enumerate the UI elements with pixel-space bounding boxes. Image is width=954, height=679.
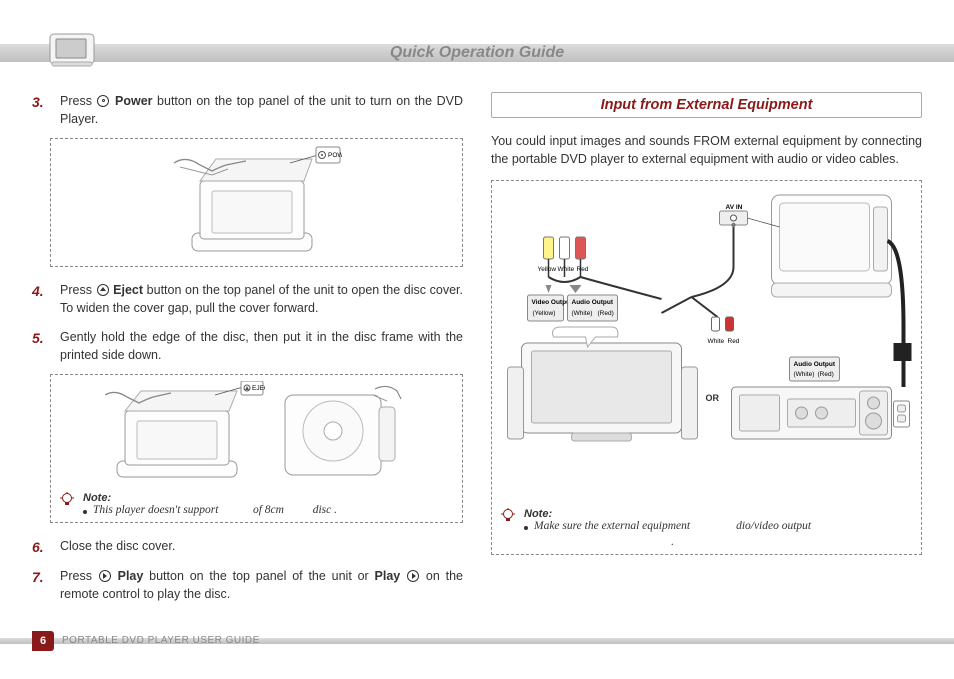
note-label: Note: (83, 492, 454, 504)
step-5: 5. Gently hold the edge of the disc, the… (32, 328, 463, 364)
step-text: Press Play button on the top panel of th… (60, 567, 463, 603)
section-title: Input from External Equipment (491, 92, 922, 118)
right-column: Input from External Equipment You could … (491, 92, 922, 619)
figure-power: POWER (50, 138, 463, 267)
player-power-sketch: POWER (172, 145, 342, 260)
step-3: 3. Press Power button on the top panel o… (32, 92, 463, 128)
figure-connections: AV IN White Red (491, 180, 922, 555)
play-icon (99, 570, 111, 582)
bullet-icon (524, 526, 528, 530)
section-paragraph: You could input images and sounds FROM e… (491, 132, 922, 168)
bulb-icon (59, 492, 75, 508)
svg-text:Yellow: Yellow (538, 266, 557, 273)
svg-text:Red: Red (728, 338, 740, 345)
svg-text:(White): (White) (572, 310, 593, 317)
svg-text:(Red): (Red) (598, 310, 614, 317)
svg-text:EJECT: EJECT (252, 385, 265, 392)
svg-text:White: White (708, 338, 725, 345)
player-eject-sketch: EJECT (105, 381, 265, 486)
figure-eject: EJECT Note: (50, 374, 463, 523)
step-text: Press Eject button on the top panel of t… (60, 281, 463, 317)
note-block-left: Note: This player doesn't support of 8cm… (59, 492, 454, 516)
connection-diagram: AV IN White Red (500, 187, 913, 497)
note-text: Make sure the external equipment dio/vid… (534, 520, 811, 548)
bullet-icon (83, 510, 87, 514)
step-number: 6. (32, 537, 52, 557)
svg-text:Red: Red (577, 266, 589, 273)
step-number: 3. (32, 92, 52, 128)
step-text: Press Power button on the top panel of t… (60, 92, 463, 128)
svg-text:(Yellow): (Yellow) (533, 310, 556, 317)
svg-text:White: White (558, 266, 575, 273)
svg-text:Audio Output: Audio Output (572, 299, 614, 306)
note-label: Note: (524, 508, 913, 520)
note-text: This player doesn't support of 8cm disc … (93, 504, 337, 516)
step-7: 7. Press Play button on the top panel of… (32, 567, 463, 603)
play-icon (407, 570, 419, 582)
left-column: 3. Press Power button on the top panel o… (32, 92, 463, 619)
step-number: 5. (32, 328, 52, 364)
step-number: 4. (32, 281, 52, 317)
note-block-right: Note: Make sure the external equipment d… (500, 508, 913, 548)
note-bullet: This player doesn't support of 8cm disc … (83, 504, 454, 516)
step-number: 7. (32, 567, 52, 603)
svg-text:Video Output: Video Output (532, 299, 574, 306)
bulb-icon (500, 508, 516, 524)
svg-text:OR: OR (706, 393, 720, 403)
note-bullet: Make sure the external equipment dio/vid… (524, 520, 913, 548)
power-icon (97, 95, 109, 107)
svg-text:(Red): (Red) (818, 371, 834, 378)
page-title: Quick Operation Guide (0, 44, 954, 62)
step-6: 6. Close the disc cover. (32, 537, 463, 557)
step-4: 4. Press Eject button on the top panel o… (32, 281, 463, 317)
footer-title: PORTABLE DVD PLAYER USER GUIDE (62, 631, 260, 651)
footer: 6 PORTABLE DVD PLAYER USER GUIDE (0, 631, 954, 651)
page-number: 6 (32, 631, 54, 651)
svg-text:AV IN: AV IN (726, 204, 743, 211)
svg-text:Audio Output: Audio Output (794, 361, 836, 368)
player-back-sketch (279, 381, 409, 486)
svg-text:(White): (White) (794, 371, 815, 378)
svg-text:POWER: POWER (328, 152, 342, 159)
step-text: Close the disc cover. (60, 537, 463, 557)
eject-icon (97, 284, 109, 296)
content-columns: 3. Press Power button on the top panel o… (32, 92, 922, 619)
step-text: Gently hold the edge of the disc, then p… (60, 328, 463, 364)
